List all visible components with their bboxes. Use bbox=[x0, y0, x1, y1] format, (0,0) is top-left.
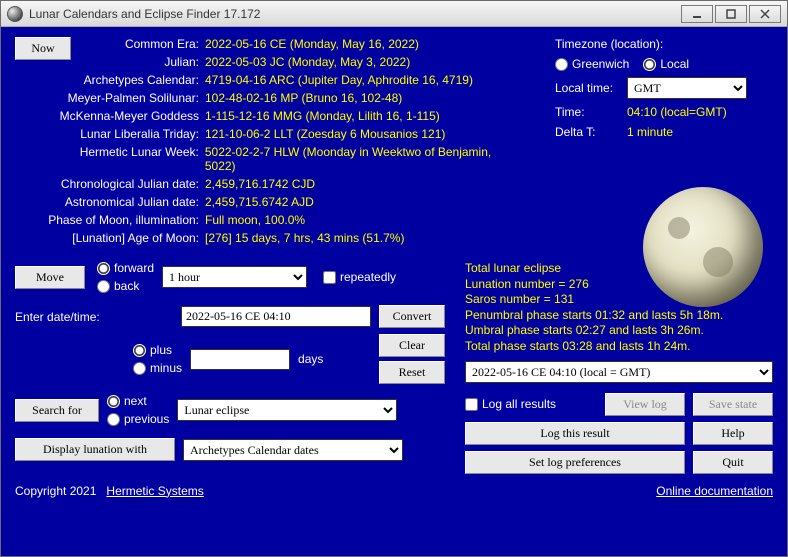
time-value: 04:10 (local=GMT) bbox=[627, 105, 727, 119]
enter-date-label: Enter date/time: bbox=[15, 310, 125, 324]
quit-button[interactable]: Quit bbox=[693, 451, 773, 474]
astro-jd-value: 2,459,715.6742 AJD bbox=[205, 195, 314, 209]
set-log-prefs-button[interactable]: Set log preferences bbox=[465, 451, 685, 474]
mckenna-value: 1-115-12-16 MMG (Monday, Lilith 16, 1-11… bbox=[205, 109, 440, 123]
help-button[interactable]: Help bbox=[693, 422, 773, 445]
age-value: [276] 15 days, 7 hrs, 43 mins (51.7%) bbox=[205, 231, 404, 245]
days-label: days bbox=[298, 352, 323, 366]
delta-t-value: 1 minute bbox=[627, 125, 673, 139]
local-time-label: Local time: bbox=[555, 81, 627, 95]
eclipse-line-5: Umbral phase starts 02:27 and lasts 3h 2… bbox=[465, 323, 773, 339]
reset-button[interactable]: Reset bbox=[379, 361, 445, 384]
footer: Copyright 2021 Hermetic Systems Online d… bbox=[15, 484, 773, 498]
liberalia-label: Lunar Liberalia Triday: bbox=[15, 127, 205, 141]
convert-button[interactable]: Convert bbox=[379, 305, 445, 328]
days-offset-input[interactable] bbox=[190, 349, 290, 370]
window-title: Lunar Calendars and Eclipse Finder 17.17… bbox=[29, 7, 679, 21]
liberalia-value: 121-10-06-2 LLT (Zoesday 6 Mousanios 121… bbox=[205, 127, 445, 141]
date-input[interactable] bbox=[181, 306, 371, 327]
phase-value: Full moon, 100.0% bbox=[205, 213, 305, 227]
common-era-value: 2022-05-16 CE (Monday, May 16, 2022) bbox=[205, 37, 419, 51]
app-window: Lunar Calendars and Eclipse Finder 17.17… bbox=[0, 0, 788, 557]
calendar-list: Common Era:2022-05-16 CE (Monday, May 16… bbox=[15, 37, 525, 249]
local-time-select[interactable]: GMT bbox=[627, 77, 747, 99]
archetypes-value: 4719-04-16 ARC (Jupiter Day, Aphrodite 1… bbox=[205, 73, 473, 87]
content-area: Now Common Era:2022-05-16 CE (Monday, Ma… bbox=[1, 27, 787, 556]
search-button[interactable]: Search for bbox=[15, 399, 99, 422]
meyer-palmen-label: Meyer-Palmen Solilunar: bbox=[15, 91, 205, 105]
now-button[interactable]: Now bbox=[15, 37, 71, 60]
log-this-button[interactable]: Log this result bbox=[465, 422, 685, 445]
julian-value: 2022-05-03 JC (Monday, May 3, 2022) bbox=[205, 55, 410, 69]
company-link[interactable]: Hermetic Systems bbox=[106, 484, 203, 498]
plus-radio[interactable]: plus bbox=[133, 343, 182, 357]
controls-left: Move forward back 1 hour repeatedly Ente… bbox=[15, 261, 445, 474]
copyright-text: Copyright 2021 bbox=[15, 484, 96, 498]
log-all-checkbox[interactable]: Log all results bbox=[465, 397, 597, 411]
hermetic-label: Hermetic Lunar Week: bbox=[15, 145, 205, 159]
search-next-radio[interactable]: next bbox=[107, 394, 169, 408]
clear-button[interactable]: Clear bbox=[379, 334, 445, 357]
maximize-button[interactable] bbox=[715, 5, 747, 23]
move-back-radio[interactable]: back bbox=[97, 279, 154, 293]
move-button[interactable]: Move bbox=[15, 266, 85, 289]
move-forward-radio[interactable]: forward bbox=[97, 261, 154, 275]
archetypes-label: Archetypes Calendar: bbox=[15, 73, 205, 87]
chrono-jd-value: 2,459,716.1742 CJD bbox=[205, 177, 315, 191]
minus-radio[interactable]: minus bbox=[133, 361, 182, 375]
titlebar: Lunar Calendars and Eclipse Finder 17.17… bbox=[1, 1, 787, 27]
timezone-greenwich-radio[interactable]: Greenwich bbox=[555, 57, 629, 71]
meyer-palmen-value: 102-48-02-16 MP (Bruno 16, 102-48) bbox=[205, 91, 402, 105]
eclipse-date-select[interactable]: 2022-05-16 CE 04:10 (local = GMT) bbox=[465, 361, 773, 383]
search-previous-radio[interactable]: previous bbox=[107, 412, 169, 426]
repeatedly-checkbox[interactable]: repeatedly bbox=[323, 270, 396, 284]
delta-t-label: Delta T: bbox=[555, 125, 627, 139]
display-lunation-select[interactable]: Archetypes Calendar dates bbox=[183, 439, 403, 461]
close-button[interactable] bbox=[749, 5, 781, 23]
save-state-button[interactable]: Save state bbox=[693, 393, 773, 416]
view-log-button[interactable]: View log bbox=[605, 393, 685, 416]
eclipse-line-6: Total phase starts 03:28 and lasts 1h 24… bbox=[465, 339, 773, 355]
age-label: [Lunation] Age of Moon: bbox=[15, 231, 205, 245]
move-step-select[interactable]: 1 hour bbox=[162, 266, 307, 288]
moon-icon bbox=[643, 187, 763, 307]
eclipse-line-4: Penumbral phase starts 01:32 and lasts 5… bbox=[465, 308, 773, 324]
search-target-select[interactable]: Lunar eclipse bbox=[177, 399, 397, 421]
phase-label: Phase of Moon, illumination: bbox=[15, 213, 205, 227]
window-buttons bbox=[679, 5, 781, 23]
timezone-local-radio[interactable]: Local bbox=[643, 57, 689, 71]
display-lunation-button[interactable]: Display lunation with bbox=[15, 438, 175, 461]
chrono-jd-label: Chronological Julian date: bbox=[15, 177, 205, 191]
time-label: Time: bbox=[555, 105, 627, 119]
astro-jd-label: Astronomical Julian date: bbox=[15, 195, 205, 209]
mckenna-label: McKenna-Meyer Goddess bbox=[15, 109, 205, 123]
docs-link[interactable]: Online documentation bbox=[656, 484, 773, 498]
app-icon bbox=[7, 6, 23, 22]
hermetic-value: 5022-02-2-7 HLW (Moonday in Weektwo of B… bbox=[205, 145, 525, 173]
minimize-button[interactable] bbox=[681, 5, 713, 23]
timezone-heading: Timezone (location): bbox=[555, 37, 773, 51]
